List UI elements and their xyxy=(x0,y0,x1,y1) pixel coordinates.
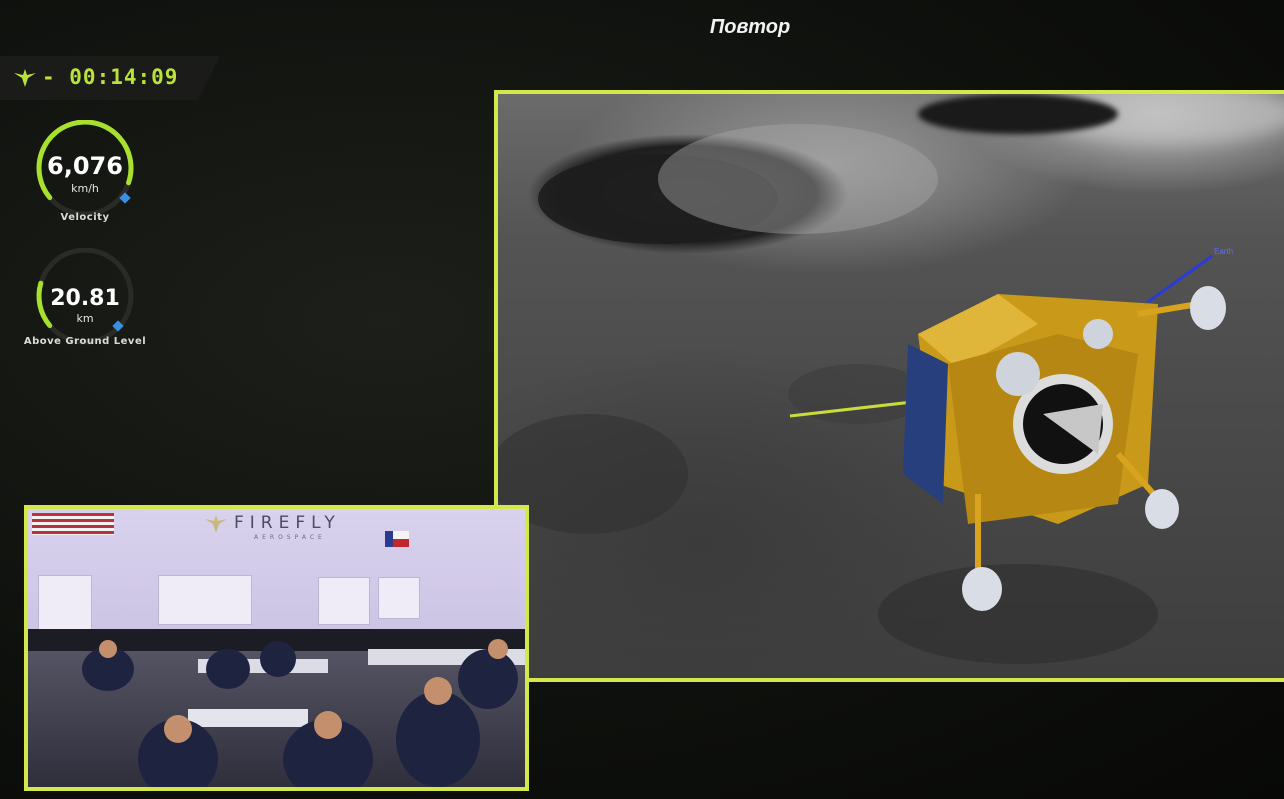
altitude-unit: km xyxy=(76,312,94,325)
velocity-unit: km/h xyxy=(71,182,99,195)
lander-scene: Earth xyxy=(498,124,1233,664)
blue-ghost-lander-icon xyxy=(903,286,1226,611)
replay-label: Повтор xyxy=(709,16,791,38)
mission-timer: - 00:14:09 xyxy=(42,65,179,89)
velocity-value: 6,076 xyxy=(47,152,123,180)
mission-timer-tab: - 00:14:09 xyxy=(0,56,220,100)
velocity-caption: Velocity xyxy=(60,212,110,223)
altitude-value: 20.81 xyxy=(50,286,120,311)
lunar-surface-view: Earth xyxy=(494,90,1284,682)
mission-control-camera: FIREFLY AEROSPACE xyxy=(24,505,529,791)
earth-label: Earth xyxy=(1214,247,1233,256)
firefly-logo-icon xyxy=(14,69,36,87)
velocity-gauge: 6,076 km/h Velocity xyxy=(28,120,142,230)
altitude-gauge: 20.81 km Above Ground Level xyxy=(24,248,146,358)
control-room-crowd xyxy=(28,629,525,787)
altitude-caption: Above Ground Level xyxy=(23,336,147,347)
